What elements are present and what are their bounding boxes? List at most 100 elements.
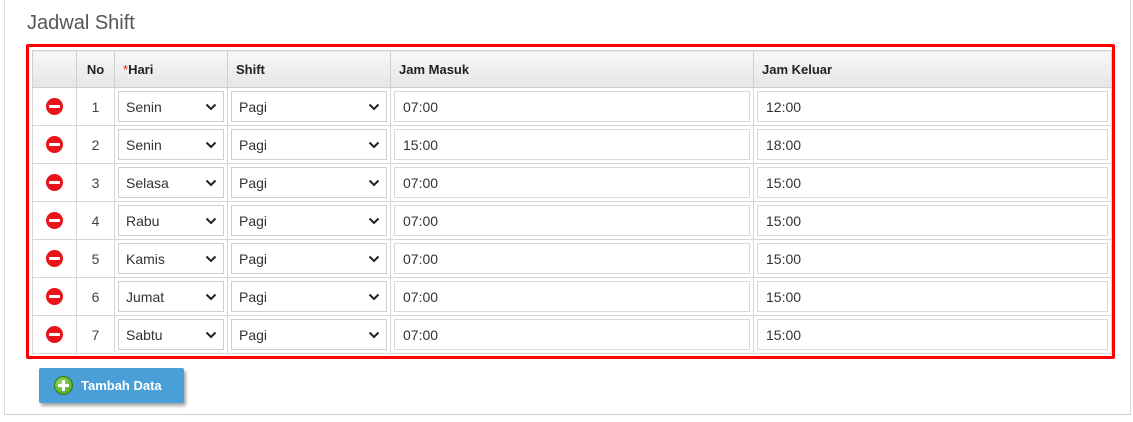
- remove-cell: [32, 201, 77, 240]
- table-row: 5 Kamis Pagi 07:00 15:00: [32, 239, 1112, 278]
- chevron-down-icon: [368, 217, 380, 224]
- chevron-down-icon: [205, 179, 217, 186]
- row-number: 1: [76, 87, 115, 126]
- jam-keluar-cell: 15:00: [753, 277, 1112, 316]
- jam-masuk-cell: 07:00: [390, 239, 754, 278]
- shift-value: Pagi: [239, 174, 268, 191]
- jam-masuk-input[interactable]: 15:00: [394, 129, 750, 160]
- shift-select[interactable]: Pagi: [231, 319, 387, 350]
- shift-value: Pagi: [239, 326, 268, 343]
- shift-select[interactable]: Pagi: [231, 167, 387, 198]
- hari-select[interactable]: Kamis: [118, 243, 224, 274]
- jam-masuk-input[interactable]: 07:00: [394, 319, 750, 350]
- row-number: 3: [76, 163, 115, 202]
- jam-keluar-input[interactable]: 15:00: [757, 167, 1108, 198]
- header-hari-label: Hari: [128, 61, 154, 77]
- row-number: 2: [76, 125, 115, 164]
- shift-cell: Pagi: [227, 87, 391, 126]
- remove-circle-icon[interactable]: [46, 250, 63, 268]
- hari-select[interactable]: Senin: [118, 91, 224, 122]
- hari-value: Rabu: [126, 212, 160, 229]
- shift-cell: Pagi: [227, 277, 391, 316]
- chevron-down-icon: [368, 103, 380, 110]
- jam-masuk-cell: 07:00: [390, 87, 754, 126]
- jam-keluar-cell: 15:00: [753, 315, 1112, 354]
- chevron-down-icon: [205, 217, 217, 224]
- shift-select[interactable]: Pagi: [231, 243, 387, 274]
- hari-cell: Selasa: [114, 163, 228, 202]
- hari-select[interactable]: Sabtu: [118, 319, 224, 350]
- jam-keluar-cell: 15:00: [753, 239, 1112, 278]
- remove-cell: [32, 277, 77, 316]
- shift-select[interactable]: Pagi: [231, 281, 387, 312]
- shift-select[interactable]: Pagi: [231, 205, 387, 236]
- table-header-row: No *Hari Shift Jam Masuk Jam Keluar: [32, 50, 1112, 88]
- row-number: 7: [76, 315, 115, 354]
- chevron-down-icon: [205, 141, 217, 148]
- hari-value: Senin: [126, 98, 162, 115]
- remove-circle-icon[interactable]: [46, 212, 63, 230]
- add-data-button[interactable]: Tambah Data: [39, 368, 184, 403]
- hari-select[interactable]: Jumat: [118, 281, 224, 312]
- jam-masuk-input[interactable]: 07:00: [394, 167, 750, 198]
- chevron-down-icon: [368, 255, 380, 262]
- shift-value: Pagi: [239, 136, 268, 153]
- chevron-down-icon: [368, 141, 380, 148]
- header-hari: *Hari: [114, 50, 228, 88]
- shift-cell: Pagi: [227, 125, 391, 164]
- hari-select[interactable]: Senin: [118, 129, 224, 160]
- remove-cell: [32, 125, 77, 164]
- shift-cell: Pagi: [227, 201, 391, 240]
- jam-masuk-input[interactable]: 07:00: [394, 91, 750, 122]
- header-jam-keluar: Jam Keluar: [753, 50, 1112, 88]
- jam-keluar-input[interactable]: 15:00: [757, 319, 1108, 350]
- chevron-down-icon: [205, 255, 217, 262]
- shift-schedule-panel: Jadwal Shift No *Hari Shift Jam Masuk Ja…: [4, 0, 1131, 415]
- hari-value: Senin: [126, 136, 162, 153]
- shift-select[interactable]: Pagi: [231, 91, 387, 122]
- remove-circle-icon[interactable]: [46, 98, 63, 116]
- highlight-frame: No *Hari Shift Jam Masuk Jam Keluar 1 Sen…: [26, 44, 1115, 359]
- shift-cell: Pagi: [227, 163, 391, 202]
- hari-cell: Rabu: [114, 201, 228, 240]
- remove-circle-icon[interactable]: [46, 136, 63, 154]
- jam-masuk-input[interactable]: 07:00: [394, 243, 750, 274]
- hari-select[interactable]: Selasa: [118, 167, 224, 198]
- shift-value: Pagi: [239, 288, 268, 305]
- jam-keluar-input[interactable]: 15:00: [757, 205, 1108, 236]
- remove-circle-icon[interactable]: [46, 174, 63, 192]
- shift-cell: Pagi: [227, 239, 391, 278]
- hari-cell: Kamis: [114, 239, 228, 278]
- jam-keluar-input[interactable]: 15:00: [757, 281, 1108, 312]
- header-shift: Shift: [227, 50, 391, 88]
- table-row: 6 Jumat Pagi 07:00 15:00: [32, 277, 1112, 316]
- chevron-down-icon: [205, 293, 217, 300]
- chevron-down-icon: [205, 103, 217, 110]
- hari-cell: Senin: [114, 125, 228, 164]
- chevron-down-icon: [205, 331, 217, 338]
- remove-circle-icon[interactable]: [46, 288, 63, 306]
- shift-value: Pagi: [239, 250, 268, 267]
- hari-value: Jumat: [126, 288, 165, 305]
- section-title: Jadwal Shift: [27, 12, 135, 34]
- remove-circle-icon[interactable]: [46, 326, 63, 344]
- shift-select[interactable]: Pagi: [231, 129, 387, 160]
- jam-masuk-input[interactable]: 07:00: [394, 205, 750, 236]
- add-data-label: Tambah Data: [81, 378, 162, 393]
- jam-keluar-input[interactable]: 12:00: [757, 91, 1108, 122]
- row-number: 6: [76, 277, 115, 316]
- row-number: 4: [76, 201, 115, 240]
- jam-keluar-input[interactable]: 15:00: [757, 243, 1108, 274]
- jam-keluar-cell: 15:00: [753, 201, 1112, 240]
- remove-cell: [32, 163, 77, 202]
- jam-masuk-cell: 07:00: [390, 277, 754, 316]
- plus-circle-icon: [54, 376, 73, 395]
- jam-keluar-cell: 15:00: [753, 163, 1112, 202]
- header-no: No: [76, 50, 115, 88]
- row-number: 5: [76, 239, 115, 278]
- hari-select[interactable]: Rabu: [118, 205, 224, 236]
- jam-masuk-input[interactable]: 07:00: [394, 281, 750, 312]
- remove-cell: [32, 239, 77, 278]
- table-row: 4 Rabu Pagi 07:00 15:00: [32, 201, 1112, 240]
- jam-keluar-input[interactable]: 18:00: [757, 129, 1108, 160]
